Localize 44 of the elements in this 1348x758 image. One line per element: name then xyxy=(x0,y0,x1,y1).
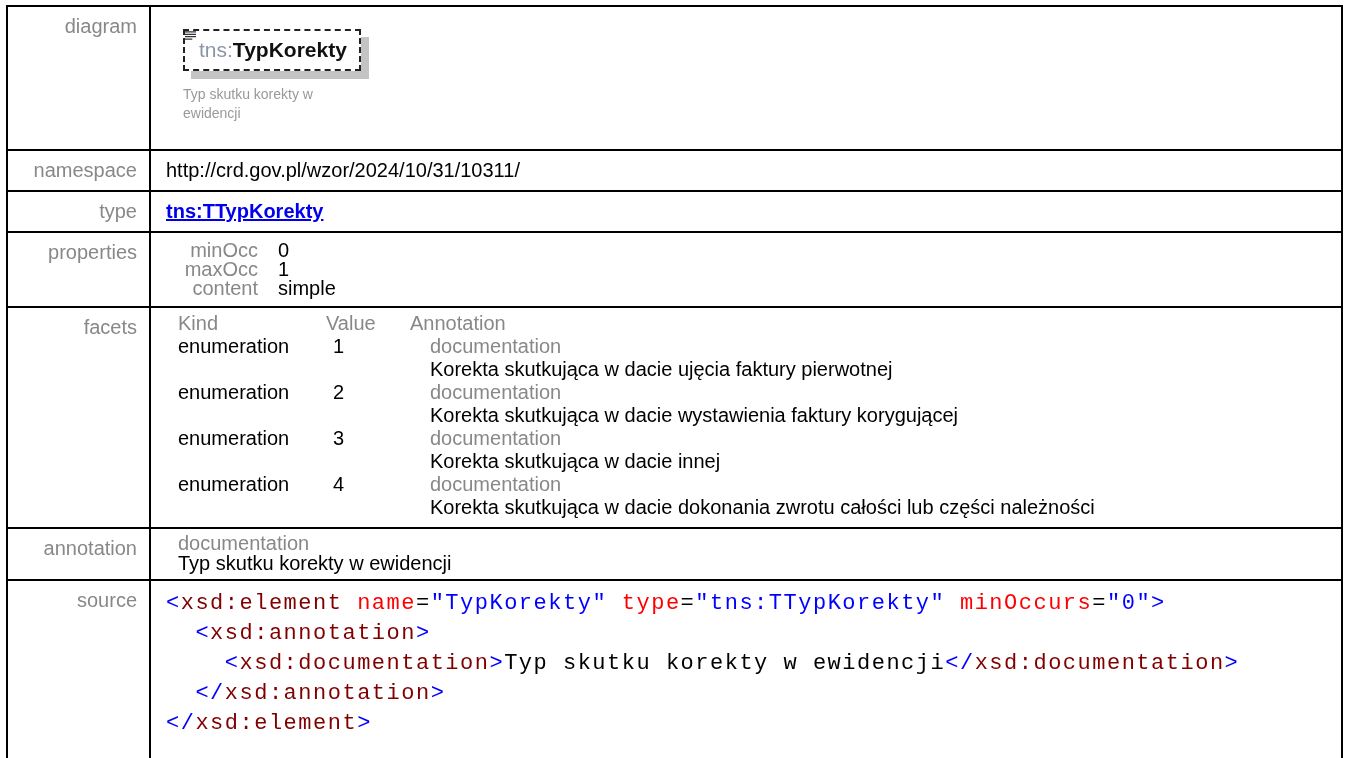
property-name: maxOcc xyxy=(183,260,258,279)
row-label: source xyxy=(76,589,137,611)
facet-value: 1 xyxy=(332,335,346,359)
type-link[interactable]: tns:TTypKorekty xyxy=(166,200,324,222)
property-name: content xyxy=(191,279,258,298)
property-value: 1 xyxy=(278,260,291,279)
element-name: tns:TypKorekty xyxy=(199,38,347,61)
facet-value: 2 xyxy=(332,381,346,405)
documentation-text: Korekta skutkująca w dacie innej xyxy=(430,450,722,473)
element-caption: Typ skutku korekty w ewidencji xyxy=(183,85,314,123)
row-label: annotation xyxy=(43,537,137,559)
code-line: <xsd:element name="TypKorekty" type="tns:TTypKorekty" minOccurs="0"> xyxy=(166,590,1167,618)
code-line: </xsd:element> xyxy=(166,710,373,738)
property-value: simple xyxy=(278,279,337,298)
documentation-label: documentation xyxy=(430,427,563,450)
documentation-text: Typ skutku korekty w ewidencji xyxy=(178,553,453,573)
documentation-text: Korekta skutkująca w dacie ujęcia faktury pierwotnej xyxy=(430,358,894,381)
code-line: <xsd:documentation>Typ skutku korekty w ewidencji</xsd:documentation> xyxy=(223,650,1241,678)
row-label: type xyxy=(99,200,137,222)
facet-kind: enumeration xyxy=(178,335,291,359)
documentation-label: documentation xyxy=(430,381,563,404)
code-line: </xsd:annotation> xyxy=(194,680,447,708)
documentation-text: Korekta skutkująca w dacie wystawienia faktury korygującej xyxy=(430,404,960,427)
property-name: minOcc xyxy=(189,241,258,260)
row-label: diagram xyxy=(64,15,137,37)
documentation-label: documentation xyxy=(430,473,563,496)
row-label: properties xyxy=(48,241,137,263)
row-label: namespace xyxy=(33,159,137,181)
facet-kind: enumeration xyxy=(178,473,291,497)
column-header: Kind xyxy=(178,312,220,335)
facet-value: 4 xyxy=(332,473,346,497)
code-line: <xsd:annotation> xyxy=(194,620,432,648)
facet-value: 3 xyxy=(332,427,346,451)
facet-kind: enumeration xyxy=(178,381,291,405)
row-label: facets xyxy=(83,316,137,338)
lines-icon xyxy=(185,31,196,40)
column-header: Annotation xyxy=(410,312,507,335)
property-value: 0 xyxy=(278,241,291,260)
facet-kind: enumeration xyxy=(178,427,291,451)
documentation-label: documentation xyxy=(430,335,563,358)
documentation-text: Korekta skutkująca w dacie dokonania zwrotu całości lub części należności xyxy=(430,496,1096,519)
column-header: Value xyxy=(326,312,377,335)
namespace-text: http://crd.gov.pl/wzor/2024/10/31/10311/ xyxy=(166,159,520,181)
documentation-label: documentation xyxy=(178,533,311,553)
